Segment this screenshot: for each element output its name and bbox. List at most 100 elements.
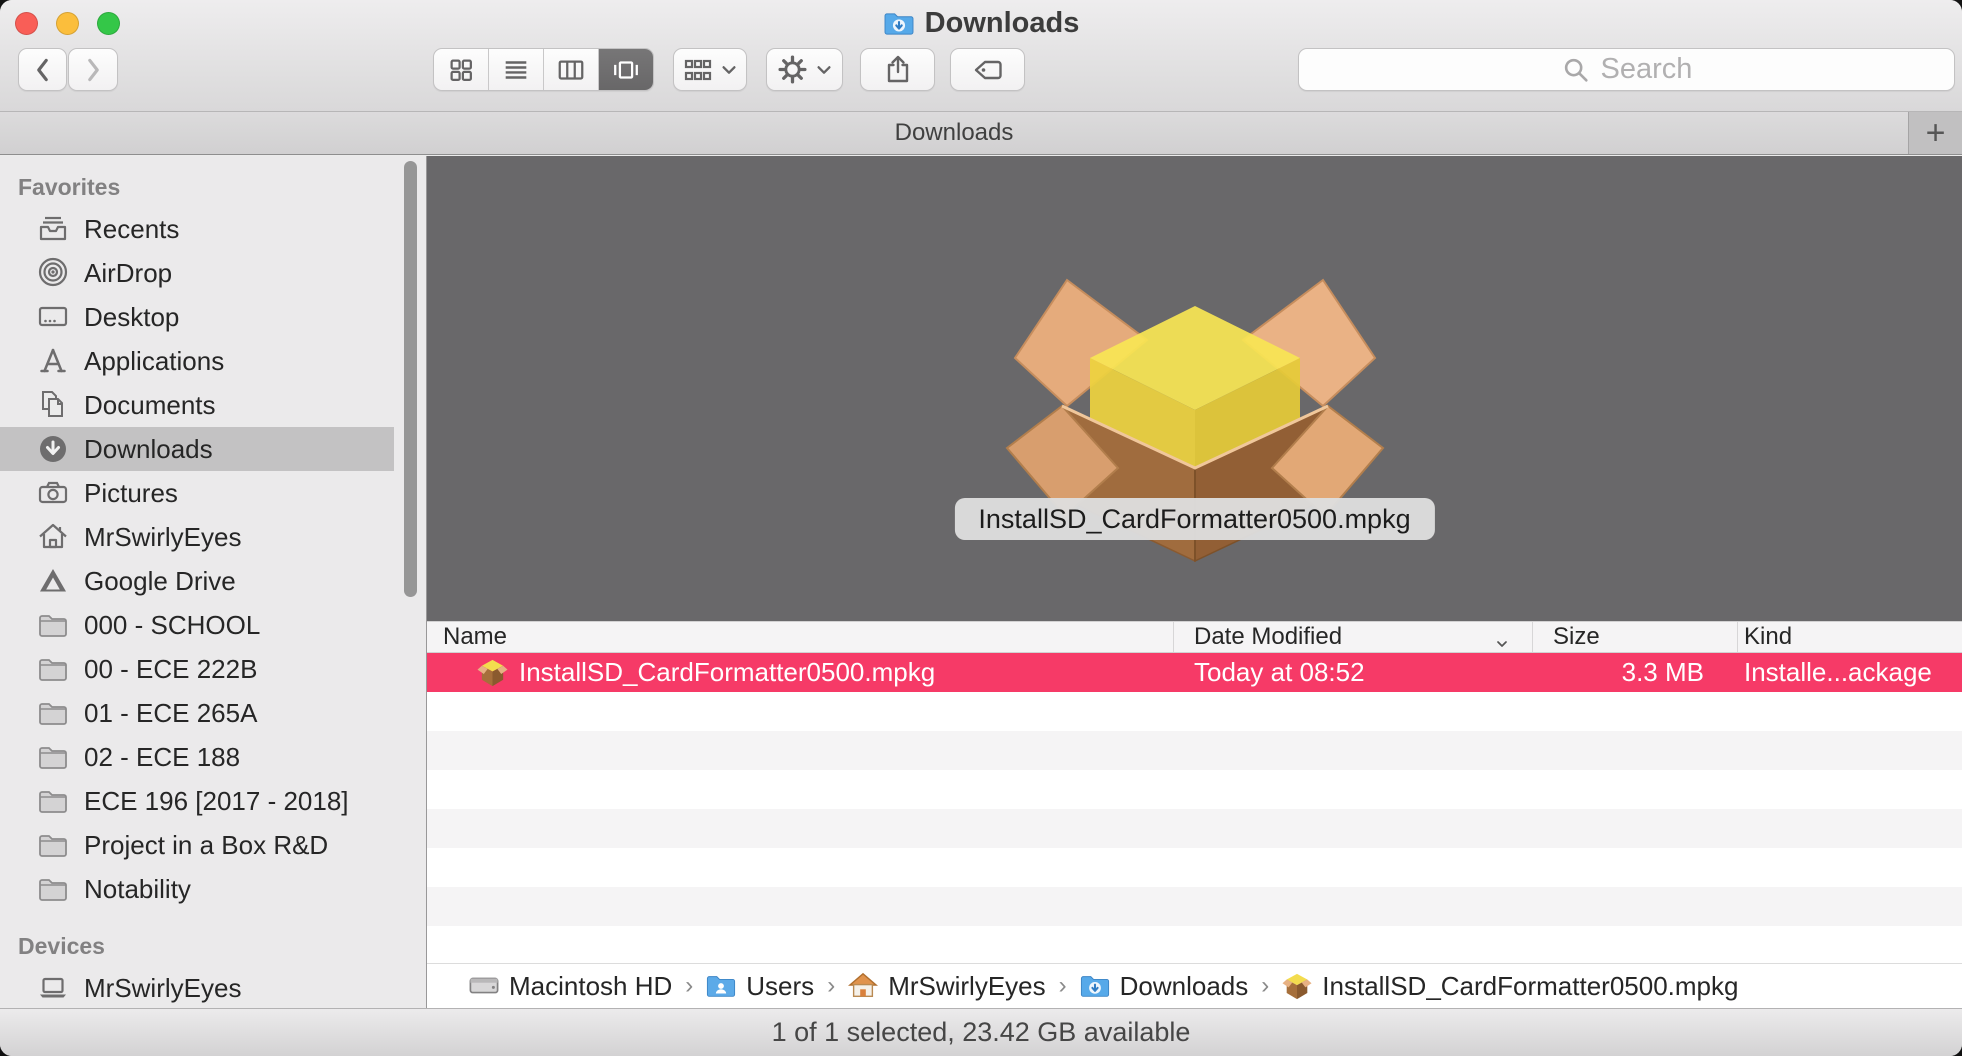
path-item-macintosh-hd[interactable]: Macintosh HD xyxy=(469,971,672,1002)
sidebar-item-label: Desktop xyxy=(84,302,179,333)
sidebar-item-project-in-a-box-r-d[interactable]: Project in a Box R&D xyxy=(0,823,394,867)
sidebar-item-label: Google Drive xyxy=(84,566,236,597)
sidebar-item-label: 000 - SCHOOL xyxy=(84,610,260,641)
gear-icon xyxy=(776,53,809,86)
column-view-button[interactable] xyxy=(544,49,599,90)
title-bar: Downloads Search xyxy=(0,0,1962,111)
sidebar-item-label: MrSwirlyEyes xyxy=(84,522,241,553)
chevron-right-icon xyxy=(82,53,104,87)
sidebar-item-airdrop[interactable]: AirDrop xyxy=(0,251,394,295)
downloads-circle-icon xyxy=(37,433,69,465)
list-view-button[interactable] xyxy=(489,49,544,90)
sidebar-item-000-school[interactable]: 000 - SCHOOL xyxy=(0,603,394,647)
sidebar-item-documents[interactable]: Documents xyxy=(0,383,394,427)
column-header-name[interactable]: Name xyxy=(427,622,1174,652)
tab-downloads[interactable]: Downloads xyxy=(0,112,1909,154)
laptop-icon xyxy=(37,972,69,1004)
path-item-installsd-cardformatter0500-mpkg[interactable]: InstallSD_CardFormatter0500.mpkg xyxy=(1282,971,1738,1002)
icon-view-button[interactable] xyxy=(434,49,489,90)
chevron-left-icon xyxy=(32,53,54,87)
sidebar-scrollbar[interactable] xyxy=(404,161,417,597)
sidebar-item-pictures[interactable]: Pictures xyxy=(0,471,394,515)
gallery-view-button[interactable] xyxy=(599,49,653,90)
plus-icon: + xyxy=(1926,114,1946,153)
search-input[interactable]: Search xyxy=(1298,48,1955,91)
sidebar-item-00-ece-222b[interactable]: 00 - ECE 222B xyxy=(0,647,394,691)
main-pane: InstallSD_CardFormatter0500.mpkg NameDat… xyxy=(427,156,1962,1008)
sidebar-item-downloads[interactable]: Downloads xyxy=(0,427,394,471)
sidebar-item-01-ece-265a[interactable]: 01 - ECE 265A xyxy=(0,691,394,735)
sidebar-item-desktop[interactable]: Desktop xyxy=(0,295,394,339)
forward-button[interactable] xyxy=(68,48,118,91)
finder-window: Downloads Search xyxy=(0,0,1962,1056)
package-icon xyxy=(477,657,508,688)
sidebar-item-label: AirDrop xyxy=(84,258,172,289)
sidebar-item-ece-196-2017-2018-[interactable]: ECE 196 [2017 - 2018] xyxy=(0,779,394,823)
group-by-button[interactable] xyxy=(673,48,747,91)
sidebar-item-mrswirlyeyes[interactable]: MrSwirlyEyes xyxy=(0,966,394,1008)
sidebar-item-label: Applications xyxy=(84,346,224,377)
gallery-view-icon xyxy=(611,55,641,85)
sidebar-section-title: Devices xyxy=(0,927,426,966)
column-header-kind[interactable]: Kind xyxy=(1738,622,1961,652)
path-bar: Macintosh HD›Users›MrSwirlyEyes›Download… xyxy=(427,963,1962,1008)
sidebar-item-applications[interactable]: Applications xyxy=(0,339,394,383)
airdrop-icon xyxy=(37,257,69,289)
users-folder-icon xyxy=(706,971,736,1001)
folder-icon xyxy=(37,785,69,817)
sidebar-item-label: MrSwirlyEyes xyxy=(84,973,241,1004)
back-button[interactable] xyxy=(18,48,67,91)
action-menu-button[interactable] xyxy=(766,48,843,91)
new-tab-button[interactable]: + xyxy=(1909,112,1962,154)
recents-icon xyxy=(37,213,69,245)
preview-filename-text: InstallSD_CardFormatter0500.mpkg xyxy=(978,504,1410,535)
sidebar-item-mrswirlyeyes[interactable]: MrSwirlyEyes xyxy=(0,515,394,559)
hard-drive-icon xyxy=(469,971,499,1001)
tab-label: Downloads xyxy=(895,119,1014,147)
tag-button[interactable] xyxy=(950,48,1025,91)
file-date-modified: Today at 08:52 xyxy=(1174,653,1533,692)
path-item-downloads[interactable]: Downloads xyxy=(1080,971,1249,1002)
path-item-users[interactable]: Users xyxy=(706,971,814,1002)
sidebar-item-label: 02 - ECE 188 xyxy=(84,742,240,773)
file-name: InstallSD_CardFormatter0500.mpkg xyxy=(519,657,935,688)
column-header-date-modified[interactable]: Date Modified xyxy=(1174,622,1533,652)
column-header-size[interactable]: Size xyxy=(1533,622,1738,652)
empty-rows-stripes xyxy=(427,692,1962,963)
sidebar-item-02-ece-188[interactable]: 02 - ECE 188 xyxy=(0,735,394,779)
path-separator: › xyxy=(827,972,835,1000)
sidebar-item-label: Recents xyxy=(84,214,179,245)
search-placeholder: Search xyxy=(1601,53,1693,86)
folder-icon xyxy=(37,873,69,905)
folder-icon xyxy=(37,697,69,729)
path-item-mrswirlyeyes[interactable]: MrSwirlyEyes xyxy=(848,971,1045,1002)
folder-icon xyxy=(37,829,69,861)
sidebar-item-label: Pictures xyxy=(84,478,178,509)
downloads-folder-icon xyxy=(883,10,915,37)
table-row[interactable]: InstallSD_CardFormatter0500.mpkg Today at… xyxy=(427,653,1962,692)
pictures-icon xyxy=(37,477,69,509)
share-button[interactable] xyxy=(860,48,935,91)
downloads-folder-icon xyxy=(1080,971,1110,1001)
list-header: NameDate ModifiedSizeKind xyxy=(427,621,1962,653)
search-icon xyxy=(1561,55,1591,85)
status-bar: 1 of 1 selected, 23.42 GB available xyxy=(0,1008,1962,1056)
file-kind: Installe...ackage xyxy=(1738,653,1961,692)
sidebar-item-label: Notability xyxy=(84,874,191,905)
sidebar-item-label: Project in a Box R&D xyxy=(84,830,328,861)
window-title-text: Downloads xyxy=(925,7,1080,40)
path-separator: › xyxy=(1059,972,1067,1000)
gallery-preview: InstallSD_CardFormatter0500.mpkg xyxy=(427,156,1962,621)
sidebar-item-notability[interactable]: Notability xyxy=(0,867,394,911)
folder-icon xyxy=(37,741,69,773)
sidebar-item-recents[interactable]: Recents xyxy=(0,207,394,251)
share-icon xyxy=(882,54,914,86)
sidebar-item-google-drive[interactable]: Google Drive xyxy=(0,559,394,603)
chevron-down-icon xyxy=(815,61,833,79)
chevron-down-icon xyxy=(720,61,738,79)
applications-icon xyxy=(37,345,69,377)
file-size: 3.3 MB xyxy=(1533,653,1738,692)
package-icon xyxy=(1282,971,1312,1001)
desktop-icon xyxy=(37,301,69,333)
tag-icon xyxy=(971,54,1005,86)
